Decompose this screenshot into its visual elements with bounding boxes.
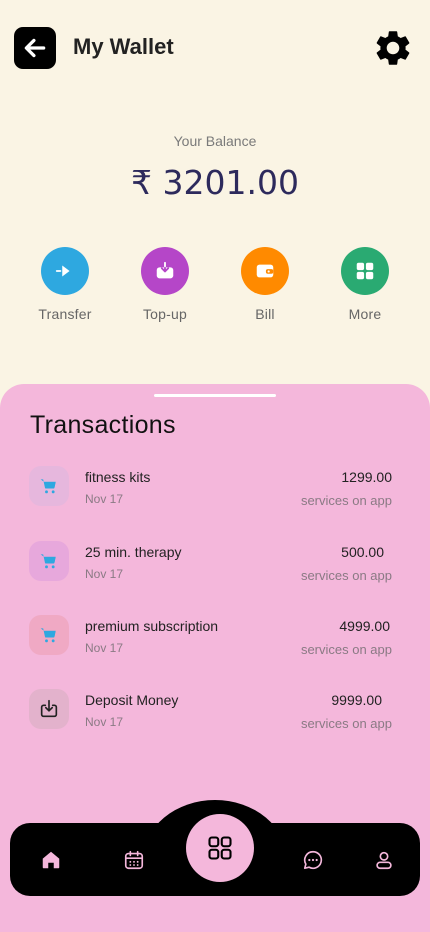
balance-amount: ₹ 3201.00 — [131, 163, 299, 202]
grid-icon — [341, 247, 389, 295]
home-icon — [42, 851, 60, 869]
transactions-title: Transactions — [30, 411, 176, 439]
settings-button[interactable] — [371, 26, 415, 70]
topup-icon — [141, 247, 189, 295]
topup-button[interactable]: Top-up — [120, 247, 210, 322]
bill-button[interactable]: Bill — [220, 247, 310, 322]
nav-profile[interactable] — [369, 845, 399, 875]
gear-icon — [376, 31, 410, 65]
nav-home[interactable] — [36, 845, 66, 875]
transaction-subtitle: services on app — [300, 642, 392, 657]
transfer-icon — [41, 247, 89, 295]
arrow-left-icon — [24, 38, 46, 58]
sheet-handle[interactable] — [154, 394, 276, 397]
transaction-row[interactable]: Deposit Money Nov 17 9999.00 services on… — [0, 689, 430, 749]
page-title: My Wallet — [73, 34, 174, 59]
cart-icon — [29, 466, 69, 506]
back-button[interactable] — [14, 27, 56, 69]
action-label: Top-up — [142, 306, 187, 322]
deposit-icon — [29, 689, 69, 729]
nav-calendar[interactable] — [119, 845, 149, 875]
action-label: Bill — [255, 306, 275, 322]
transaction-name: 25 min. therapy — [85, 544, 182, 560]
transaction-date: Nov 17 — [85, 641, 124, 655]
profile-icon — [376, 851, 392, 870]
more-button[interactable]: More — [320, 247, 410, 322]
transaction-amount: 9999.00 — [331, 692, 382, 708]
transaction-row[interactable]: 25 min. therapy Nov 17 500.00 services o… — [0, 541, 430, 601]
bill-icon — [241, 247, 289, 295]
transaction-row[interactable]: fitness kits Nov 17 1299.00 services on … — [0, 466, 430, 526]
transaction-subtitle: services on app — [300, 568, 392, 583]
transfer-button[interactable]: Transfer — [20, 247, 110, 322]
transaction-name: Deposit Money — [85, 692, 179, 708]
transaction-subtitle: services on app — [300, 716, 392, 731]
transaction-date: Nov 17 — [85, 567, 124, 581]
balance-label: Your Balance — [173, 133, 257, 149]
header: My Wallet — [0, 0, 430, 96]
cart-icon — [29, 541, 69, 581]
transaction-amount: 1299.00 — [341, 469, 392, 485]
cart-icon — [29, 615, 69, 655]
transaction-subtitle: services on app — [300, 493, 392, 508]
calendar-icon — [124, 850, 144, 870]
transaction-name: premium subscription — [85, 618, 219, 634]
chat-icon — [303, 850, 323, 870]
grid-icon — [208, 836, 232, 860]
transaction-name: fitness kits — [85, 469, 151, 485]
nav-chat[interactable] — [298, 845, 328, 875]
action-label: More — [348, 306, 382, 322]
transaction-row[interactable]: premium subscription Nov 17 4999.00 serv… — [0, 615, 430, 675]
transaction-date: Nov 17 — [85, 492, 124, 506]
nav-center-button[interactable] — [186, 814, 254, 882]
transaction-amount: 4999.00 — [339, 618, 390, 634]
action-label: Transfer — [38, 306, 92, 322]
transaction-amount: 500.00 — [341, 544, 384, 560]
transaction-date: Nov 17 — [85, 715, 124, 729]
quick-actions: Transfer Top-up Bill More — [0, 247, 430, 327]
